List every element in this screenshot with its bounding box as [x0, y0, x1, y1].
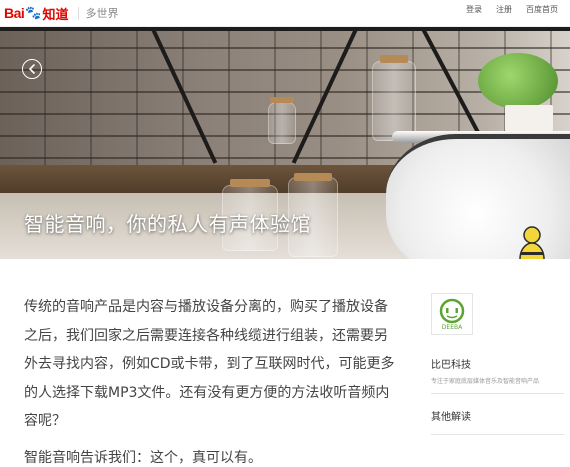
brand-description: 专注于家庭底层媒体音乐及智能音响产品 [431, 378, 540, 385]
hero-banner: 智能音响，你的私人有声体验馆 [0, 27, 570, 259]
brand-logo[interactable]: DEEBA [431, 293, 473, 335]
scaffold-bar [0, 27, 570, 31]
jar-lid [294, 173, 332, 181]
register-link[interactable]: 注册 [496, 4, 512, 15]
baidu-zhidao-logo[interactable]: Bai 🐾 知道 多世界 [4, 3, 119, 23]
potted-plant [478, 53, 558, 109]
divider [431, 393, 564, 394]
deeba-logo-icon: DEEBA [439, 298, 465, 331]
jar-lid [380, 55, 408, 63]
glass-jar [268, 102, 296, 144]
logo-text-zhidao: 知道 [42, 6, 69, 22]
login-link[interactable]: 登录 [466, 4, 482, 15]
article-paragraph: 传统的音响产品是内容与播放设备分离的，购买了播放设备之后，我们回家之后需要连接各… [24, 299, 395, 429]
brand-logo-text: DEEBA [442, 324, 463, 331]
logo-divider [77, 6, 79, 20]
brand-name[interactable]: 比巴科技 [431, 356, 564, 371]
divider [431, 434, 564, 435]
paw-icon: 🐾 [25, 5, 42, 21]
hero-title: 智能音响，你的私人有声体验馆 [24, 212, 311, 236]
bee-mascot-icon [519, 226, 545, 259]
chevron-left-icon [29, 64, 35, 74]
article-body: 传统的音响产品是内容与播放设备分离的，购买了播放设备之后，我们回家之后需要连接各… [24, 293, 399, 467]
channel-name[interactable]: 多世界 [86, 5, 119, 21]
jar-lid [270, 97, 294, 103]
back-button[interactable] [22, 59, 42, 79]
baidu-home-link[interactable]: 百度首页 [526, 4, 558, 15]
glass-jar [372, 61, 416, 141]
top-bar: Bai 🐾 知道 多世界 登录 注册 百度首页 [0, 0, 570, 27]
logo-text-bai: Bai [4, 5, 25, 21]
more-interpretations-heading: 其他解读 [431, 412, 471, 423]
article-paragraph: 智能音响告诉我们：这个，真可以有。 [24, 449, 262, 466]
sidebar: DEEBA 比巴科技 专注于家庭底层媒体音乐及智能音响产品 其他解读 [431, 293, 564, 435]
jar-lid [230, 179, 270, 187]
top-links: 登录 注册 百度首页 [466, 4, 558, 15]
